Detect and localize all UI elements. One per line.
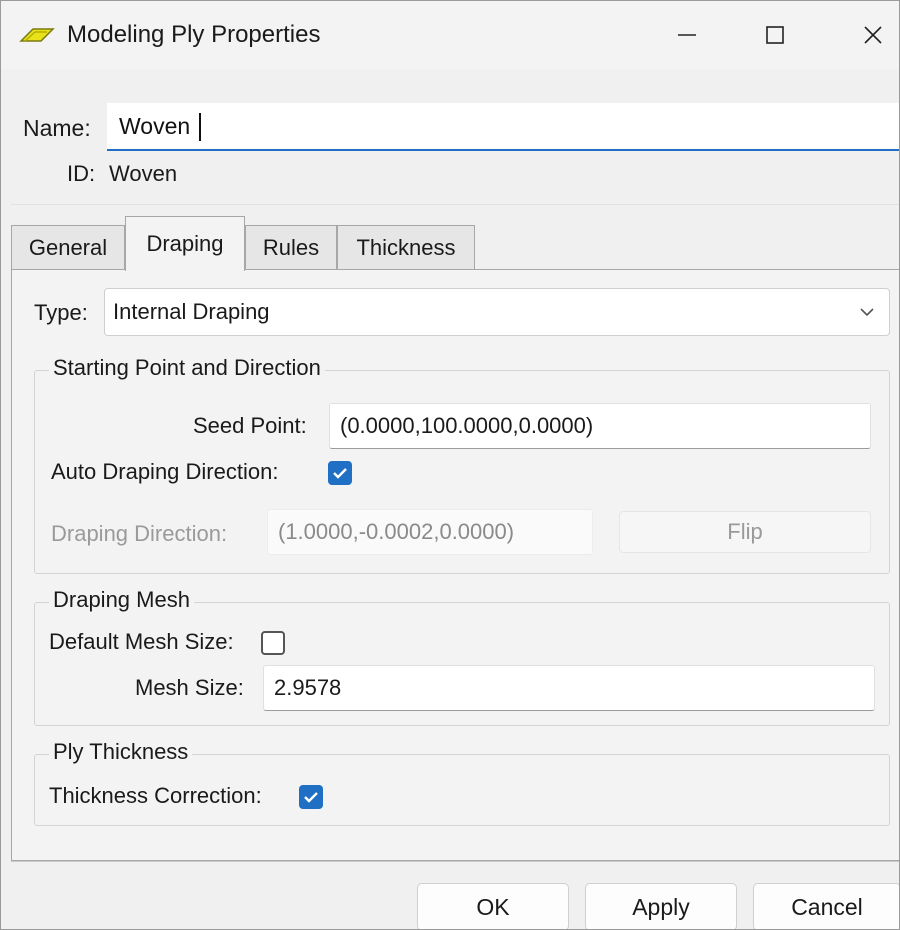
draping-direction-value: (1.0000,-0.0002,0.0000) [278,519,515,544]
auto-draping-direction-label: Auto Draping Direction: [51,459,279,484]
footer-divider [11,861,899,862]
apply-button[interactable]: Apply [585,883,737,929]
minimize-button[interactable] [661,11,713,59]
id-value: Woven [109,161,178,186]
close-icon [864,26,882,44]
name-label: Name: [23,115,91,141]
tab-general[interactable]: General [11,225,125,269]
window-title: Modeling Ply Properties [67,21,321,48]
minimize-icon [678,34,696,36]
flip-button[interactable]: Flip [619,511,871,553]
tab-thickness[interactable]: Thickness [337,225,475,269]
text-caret [199,113,201,141]
type-dropdown[interactable]: Internal Draping [104,288,890,336]
title-bar[interactable]: Modeling Ply Properties [1,1,899,69]
default-mesh-size-checkbox[interactable] [261,631,285,655]
divider [11,204,899,205]
ply-icon [19,28,55,42]
maximize-button[interactable] [749,11,801,59]
thickness-correction-label: Thickness Correction: [49,783,262,808]
default-mesh-size-label: Default Mesh Size: [49,629,234,654]
auto-draping-direction-checkbox[interactable] [328,461,352,485]
draping-direction-field: (1.0000,-0.0002,0.0000) [267,509,593,555]
mesh-size-label: Mesh Size: [135,675,244,700]
starting-point-group: Starting Point and Direction Seed Point:… [34,355,890,574]
cancel-button[interactable]: Cancel [753,883,899,929]
group-title-starting-point: Starting Point and Direction [49,355,325,381]
maximize-icon [766,26,784,44]
check-icon [304,792,318,803]
id-label: ID: [67,161,96,186]
seed-point-value: (0.0000,100.0000,0.0000) [340,413,594,438]
chevron-down-icon [860,308,874,317]
seed-point-label: Seed Point: [193,413,307,438]
check-icon [333,468,347,479]
draping-direction-label: Draping Direction: [51,521,228,546]
draping-tab-panel: Type: Internal Draping Starting Point an… [11,269,899,861]
ok-button[interactable]: OK [417,883,569,929]
tab-rules[interactable]: Rules [245,225,337,269]
seed-point-field[interactable]: (0.0000,100.0000,0.0000) [329,403,871,449]
draping-mesh-group: Draping Mesh Default Mesh Size: Mesh Siz… [34,587,890,726]
name-input[interactable] [107,103,899,151]
tab-draping[interactable]: Draping [125,216,245,271]
thickness-correction-checkbox[interactable] [299,785,323,809]
group-title-draping-mesh: Draping Mesh [49,587,194,613]
type-label: Type: [34,300,88,325]
close-button[interactable] [847,11,899,59]
type-dropdown-value: Internal Draping [113,299,270,324]
mesh-size-field[interactable]: 2.9578 [263,665,875,711]
modeling-ply-properties-dialog: Modeling Ply Properties Name: ID: Woven … [0,0,900,930]
group-title-ply-thickness: Ply Thickness [49,739,193,765]
ply-thickness-group: Ply Thickness Thickness Correction: [34,739,890,826]
mesh-size-value: 2.9578 [274,675,342,700]
